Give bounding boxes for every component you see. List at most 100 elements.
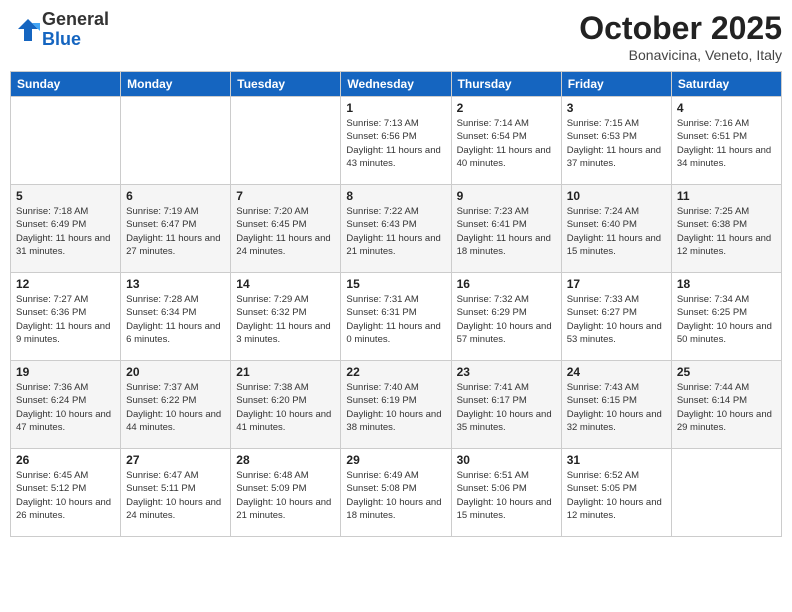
- table-row: [671, 449, 781, 537]
- day-info: Sunrise: 7:32 AM Sunset: 6:29 PM Dayligh…: [457, 293, 556, 346]
- table-row: 18 Sunrise: 7:34 AM Sunset: 6:25 PM Dayli…: [671, 273, 781, 361]
- table-row: 2Sunrise: 7:14 AM Sunset: 6:54 PM Daylig…: [451, 97, 561, 185]
- table-row: 4Sunrise: 7:16 AM Sunset: 6:51 PM Daylig…: [671, 97, 781, 185]
- day-info: Sunrise: 7:33 AM Sunset: 6:27 PM Dayligh…: [567, 293, 666, 346]
- day-info: Sunrise: 6:45 AM Sunset: 5:12 PM Dayligh…: [16, 469, 115, 522]
- day-info: Sunrise: 7:22 AM Sunset: 6:43 PM Dayligh…: [346, 205, 445, 258]
- table-row: 6Sunrise: 7:19 AM Sunset: 6:47 PM Daylig…: [121, 185, 231, 273]
- table-row: 31 Sunrise: 6:52 AM Sunset: 5:05 PM Dayli…: [561, 449, 671, 537]
- day-number: 23: [457, 365, 556, 379]
- day-number: 16: [457, 277, 556, 291]
- day-number: 11: [677, 189, 776, 203]
- col-friday: Friday: [561, 72, 671, 97]
- week-row-2: 12 Sunrise: 7:27 AM Sunset: 6:36 PM Dayli…: [11, 273, 782, 361]
- day-number: 18: [677, 277, 776, 291]
- table-row: [231, 97, 341, 185]
- logo: General Blue: [10, 10, 109, 50]
- day-number: 29: [346, 453, 445, 467]
- table-row: 23Sunrise: 7:41 AM Sunset: 6:17 PM Dayli…: [451, 361, 561, 449]
- day-number: 13: [126, 277, 225, 291]
- day-number: 27: [126, 453, 225, 467]
- week-row-1: 5Sunrise: 7:18 AM Sunset: 6:49 PM Daylig…: [11, 185, 782, 273]
- table-row: 27Sunrise: 6:47 AM Sunset: 5:11 PM Dayli…: [121, 449, 231, 537]
- day-info: Sunrise: 7:31 AM Sunset: 6:31 PM Dayligh…: [346, 293, 445, 346]
- table-row: 25 Sunrise: 7:44 AM Sunset: 6:14 PM Dayli…: [671, 361, 781, 449]
- table-row: 24 Sunrise: 7:43 AM Sunset: 6:15 PM Dayli…: [561, 361, 671, 449]
- table-row: 10 Sunrise: 7:24 AM Sunset: 6:40 PM Dayli…: [561, 185, 671, 273]
- day-info: Sunrise: 7:43 AM Sunset: 6:15 PM Dayligh…: [567, 381, 666, 434]
- day-number: 22: [346, 365, 445, 379]
- day-info: Sunrise: 6:51 AM Sunset: 5:06 PM Dayligh…: [457, 469, 556, 522]
- day-info: Sunrise: 7:36 AM Sunset: 6:24 PM Dayligh…: [16, 381, 115, 434]
- day-number: 12: [16, 277, 115, 291]
- table-row: 16 Sunrise: 7:32 AM Sunset: 6:29 PM Dayli…: [451, 273, 561, 361]
- day-info: Sunrise: 7:28 AM Sunset: 6:34 PM Dayligh…: [126, 293, 225, 346]
- table-row: 14 Sunrise: 7:29 AM Sunset: 6:32 PM Dayli…: [231, 273, 341, 361]
- day-number: 14: [236, 277, 335, 291]
- day-number: 2: [457, 101, 556, 115]
- header: General Blue October 2025 Bonavicina, Ve…: [10, 10, 782, 63]
- col-sunday: Sunday: [11, 72, 121, 97]
- day-number: 26: [16, 453, 115, 467]
- col-thursday: Thursday: [451, 72, 561, 97]
- day-info: Sunrise: 6:49 AM Sunset: 5:08 PM Dayligh…: [346, 469, 445, 522]
- logo-blue-text: Blue: [42, 30, 109, 50]
- day-info: Sunrise: 6:48 AM Sunset: 5:09 PM Dayligh…: [236, 469, 335, 522]
- day-info: Sunrise: 7:38 AM Sunset: 6:20 PM Dayligh…: [236, 381, 335, 434]
- table-row: 1Sunrise: 7:13 AM Sunset: 6:56 PM Daylig…: [341, 97, 451, 185]
- day-number: 15: [346, 277, 445, 291]
- day-info: Sunrise: 7:23 AM Sunset: 6:41 PM Dayligh…: [457, 205, 556, 258]
- table-row: 17Sunrise: 7:33 AM Sunset: 6:27 PM Dayli…: [561, 273, 671, 361]
- table-row: 15 Sunrise: 7:31 AM Sunset: 6:31 PM Dayli…: [341, 273, 451, 361]
- logo-text: General Blue: [42, 10, 109, 50]
- table-row: 26 Sunrise: 6:45 AM Sunset: 5:12 PM Dayli…: [11, 449, 121, 537]
- day-number: 8: [346, 189, 445, 203]
- day-number: 28: [236, 453, 335, 467]
- table-row: 21 Sunrise: 7:38 AM Sunset: 6:20 PM Dayli…: [231, 361, 341, 449]
- page: General Blue October 2025 Bonavicina, Ve…: [0, 0, 792, 612]
- day-info: Sunrise: 7:34 AM Sunset: 6:25 PM Dayligh…: [677, 293, 776, 346]
- col-wednesday: Wednesday: [341, 72, 451, 97]
- logo-icon: [10, 15, 40, 45]
- day-info: Sunrise: 7:29 AM Sunset: 6:32 PM Dayligh…: [236, 293, 335, 346]
- day-info: Sunrise: 7:18 AM Sunset: 6:49 PM Dayligh…: [16, 205, 115, 258]
- day-number: 21: [236, 365, 335, 379]
- day-info: Sunrise: 7:25 AM Sunset: 6:38 PM Dayligh…: [677, 205, 776, 258]
- logo-general-text: General: [42, 10, 109, 30]
- day-number: 7: [236, 189, 335, 203]
- day-number: 9: [457, 189, 556, 203]
- table-row: 29 Sunrise: 6:49 AM Sunset: 5:08 PM Dayli…: [341, 449, 451, 537]
- location: Bonavicina, Veneto, Italy: [579, 47, 782, 63]
- day-number: 30: [457, 453, 556, 467]
- day-number: 31: [567, 453, 666, 467]
- day-number: 25: [677, 365, 776, 379]
- day-info: Sunrise: 7:15 AM Sunset: 6:53 PM Dayligh…: [567, 117, 666, 170]
- table-row: 9 Sunrise: 7:23 AM Sunset: 6:41 PM Daylig…: [451, 185, 561, 273]
- table-row: 22Sunrise: 7:40 AM Sunset: 6:19 PM Dayli…: [341, 361, 451, 449]
- table-row: 8 Sunrise: 7:22 AM Sunset: 6:43 PM Daylig…: [341, 185, 451, 273]
- table-row: 30 Sunrise: 6:51 AM Sunset: 5:06 PM Dayli…: [451, 449, 561, 537]
- day-info: Sunrise: 7:44 AM Sunset: 6:14 PM Dayligh…: [677, 381, 776, 434]
- day-number: 24: [567, 365, 666, 379]
- day-number: 20: [126, 365, 225, 379]
- day-number: 10: [567, 189, 666, 203]
- table-row: 28 Sunrise: 6:48 AM Sunset: 5:09 PM Dayli…: [231, 449, 341, 537]
- day-number: 4: [677, 101, 776, 115]
- day-info: Sunrise: 6:52 AM Sunset: 5:05 PM Dayligh…: [567, 469, 666, 522]
- day-number: 19: [16, 365, 115, 379]
- table-row: 7 Sunrise: 7:20 AM Sunset: 6:45 PM Daylig…: [231, 185, 341, 273]
- day-number: 1: [346, 101, 445, 115]
- table-row: [11, 97, 121, 185]
- day-info: Sunrise: 7:24 AM Sunset: 6:40 PM Dayligh…: [567, 205, 666, 258]
- calendar-header-row: Sunday Monday Tuesday Wednesday Thursday…: [11, 72, 782, 97]
- col-monday: Monday: [121, 72, 231, 97]
- day-info: Sunrise: 7:27 AM Sunset: 6:36 PM Dayligh…: [16, 293, 115, 346]
- week-row-0: 1Sunrise: 7:13 AM Sunset: 6:56 PM Daylig…: [11, 97, 782, 185]
- day-info: Sunrise: 7:20 AM Sunset: 6:45 PM Dayligh…: [236, 205, 335, 258]
- title-block: October 2025 Bonavicina, Veneto, Italy: [579, 10, 782, 63]
- table-row: 12 Sunrise: 7:27 AM Sunset: 6:36 PM Dayli…: [11, 273, 121, 361]
- table-row: [121, 97, 231, 185]
- table-row: 19 Sunrise: 7:36 AM Sunset: 6:24 PM Dayli…: [11, 361, 121, 449]
- calendar-table: Sunday Monday Tuesday Wednesday Thursday…: [10, 71, 782, 537]
- col-saturday: Saturday: [671, 72, 781, 97]
